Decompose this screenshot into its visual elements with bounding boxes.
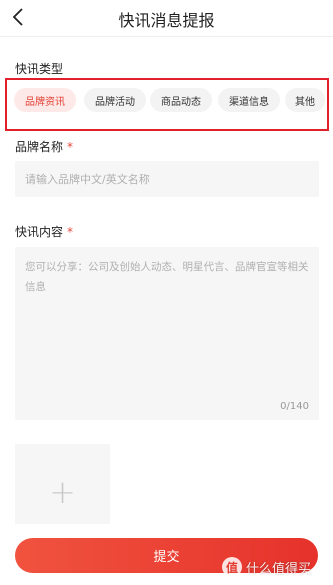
chip-other[interactable]: 其他: [285, 88, 325, 112]
required-mark: *: [67, 225, 74, 239]
brand-name-field-container: [15, 161, 319, 197]
news-content-field-container: 0/140: [15, 247, 319, 420]
news-type-chips: 品牌资讯 品牌活动 商品动态 渠道信息 其他: [14, 88, 325, 112]
header-bar: 快讯消息提报: [0, 0, 333, 36]
news-content-textarea[interactable]: [15, 247, 319, 392]
watermark: 值 什么值得买: [222, 554, 311, 580]
chip-channel-info[interactable]: 渠道信息: [218, 88, 280, 112]
header-divider: [0, 36, 333, 37]
brand-name-label: 品牌名称 *: [15, 138, 73, 155]
submit-button-label: 提交: [153, 550, 180, 565]
watermark-logo: 值: [222, 557, 242, 577]
brand-name-input[interactable]: [15, 161, 319, 197]
chip-product-news[interactable]: 商品动态: [150, 88, 212, 112]
char-counter: 0/140: [280, 401, 309, 412]
page-title: 快讯消息提报: [118, 11, 215, 30]
plus-icon: +: [49, 472, 76, 511]
news-content-label: 快讯内容 *: [15, 223, 73, 240]
brand-name-label-text: 品牌名称: [15, 140, 64, 154]
news-type-label-text: 快讯类型: [15, 62, 64, 76]
required-mark: *: [67, 140, 74, 154]
news-content-label-text: 快讯内容: [15, 225, 64, 239]
news-type-label: 快讯类型: [15, 60, 63, 77]
chip-brand-news[interactable]: 品牌资讯: [14, 88, 76, 112]
chip-brand-activity[interactable]: 品牌活动: [84, 88, 146, 112]
watermark-text: 什么值得买: [246, 561, 312, 577]
